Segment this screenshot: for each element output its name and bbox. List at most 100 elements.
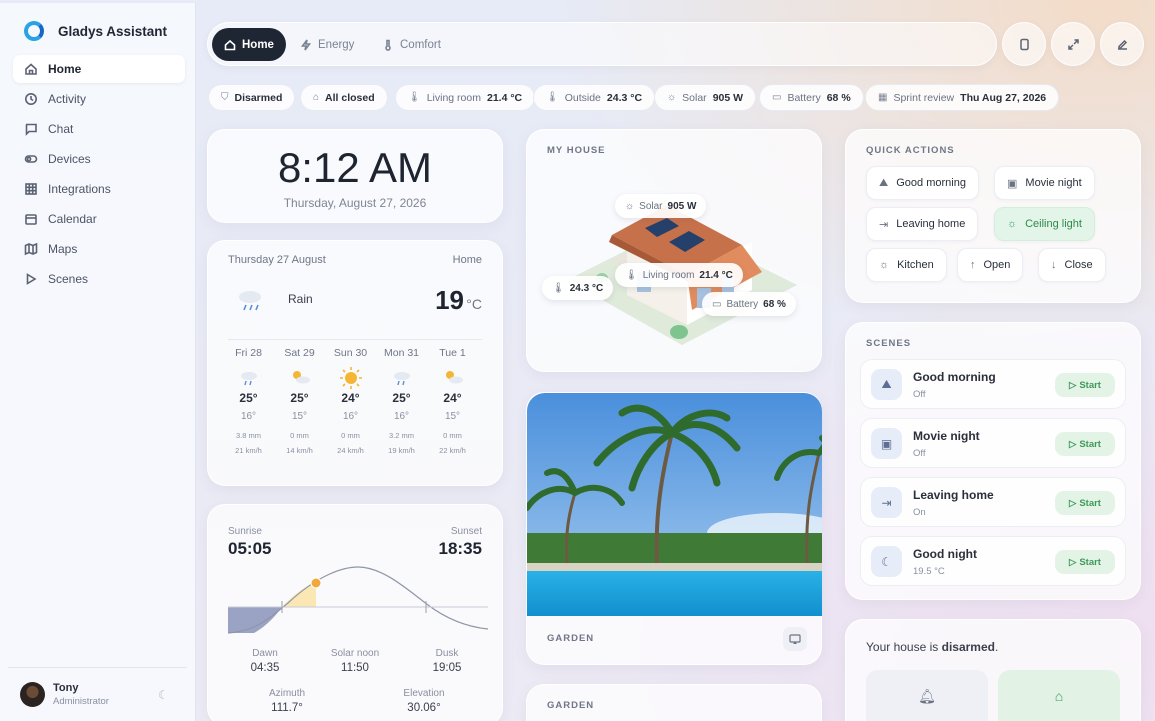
alarm-status: disarmed bbox=[941, 640, 995, 654]
chip-label: Battery bbox=[726, 298, 759, 310]
chip-calendar[interactable]: ▦ Sprint review Thu Aug 27, 2026 bbox=[865, 84, 1060, 111]
sun-icon: ☼ bbox=[667, 92, 677, 103]
brand[interactable]: Gladys Assistant bbox=[24, 21, 167, 41]
forecast-low: 15° bbox=[291, 411, 308, 422]
quick-actions-card: QUICK ACTIONS ⛰︎ Good morning ▣ Movie nigh… bbox=[845, 129, 1141, 303]
quick-action-movie-night[interactable]: ▣ Movie night bbox=[994, 166, 1095, 200]
quick-action-good-morning[interactable]: ⛰︎ Good morning bbox=[866, 166, 979, 200]
chip-living-room[interactable]: 🌡︎ Living room 21.4 °C bbox=[395, 84, 536, 111]
chip-label: Living room bbox=[642, 269, 695, 281]
chip-outside[interactable]: 🌡︎ Outside 24.3 °C bbox=[533, 84, 656, 111]
tab-label: Comfort bbox=[400, 38, 441, 51]
house-battery-chip[interactable]: ▭ Battery 68 % bbox=[702, 292, 796, 316]
home-icon: ⌂ bbox=[1054, 688, 1064, 704]
forecast-day-label: Mon 31 bbox=[383, 347, 420, 359]
chip-battery[interactable]: ▭ Battery 68 % bbox=[759, 84, 864, 111]
forecast-day: Fri 28 25° 16° 3.8 mm 21 km/h bbox=[223, 347, 274, 455]
chip-alarm[interactable]: ⛉ Disarmed bbox=[208, 84, 296, 111]
light-icon: ☼ bbox=[1007, 218, 1018, 230]
thermometer-icon: 🌡︎ bbox=[408, 92, 421, 103]
chip-value: 24.3 °C bbox=[569, 282, 604, 294]
house-living-room-chip[interactable]: 🌡︎ Living room 21.4 °C bbox=[615, 263, 743, 287]
sidebar-item-integrations[interactable]: Integrations bbox=[13, 175, 185, 203]
fullscreen-button[interactable] bbox=[1051, 22, 1095, 66]
partly-cloudy-icon bbox=[274, 365, 325, 391]
chip-value: 21.4 °C bbox=[486, 91, 523, 104]
quick-action-kitchen[interactable]: ☼ Kitchen bbox=[866, 248, 947, 282]
user-profile[interactable]: Tony Administrator ☾ bbox=[8, 667, 187, 717]
forecast-day: Sat 29 25° 15° 0 mm 14 km/h bbox=[274, 347, 325, 455]
battery-icon: ▭ bbox=[712, 298, 722, 310]
forecast-precip: 0 mm bbox=[443, 431, 462, 440]
moon-icon[interactable]: ☾ bbox=[158, 688, 169, 702]
quick-action-close[interactable]: ↓ Close bbox=[1038, 248, 1106, 282]
scene-start-button[interactable]: ▷ Start bbox=[1055, 491, 1115, 515]
weather-unit: °C bbox=[466, 296, 482, 312]
scene-start-button[interactable]: ▷ Start bbox=[1055, 432, 1115, 456]
arrow-down-icon: ↓ bbox=[1051, 259, 1057, 271]
sidebar-item-label: Integrations bbox=[48, 182, 111, 196]
alarm-arm-button[interactable]: 🔔︎ bbox=[866, 670, 988, 721]
chip-openings[interactable]: ⌂ All closed bbox=[300, 84, 388, 111]
play-icon: ▷ bbox=[1069, 497, 1077, 509]
arrow-up-icon: ↑ bbox=[970, 259, 976, 271]
grid-icon bbox=[24, 182, 38, 196]
card-title: MY HOUSE bbox=[547, 145, 606, 156]
sidebar-item-devices[interactable]: Devices bbox=[13, 145, 185, 173]
sidebar-item-chat[interactable]: Chat bbox=[13, 115, 185, 143]
play-icon: ▷ bbox=[1069, 379, 1077, 391]
gladys-logo-icon bbox=[24, 21, 44, 41]
sidebar: Gladys Assistant Home Activity Chat Devi… bbox=[0, 3, 196, 721]
scene-state: 19.5 °C bbox=[913, 566, 945, 577]
quick-action-ceiling-light[interactable]: ☼ Ceiling light bbox=[994, 207, 1095, 241]
sidebar-item-maps[interactable]: Maps bbox=[13, 235, 185, 263]
start-label: Start bbox=[1079, 438, 1101, 450]
tab-home[interactable]: Home bbox=[212, 28, 286, 61]
scene-start-button[interactable]: ▷ Start bbox=[1055, 550, 1115, 574]
bell-icon: 🔔︎ bbox=[918, 688, 936, 704]
azimuth-value: 111.7° bbox=[271, 702, 303, 714]
tab-label: Energy bbox=[318, 38, 355, 51]
dawn-time: 04:35 bbox=[250, 662, 280, 674]
shield-icon: ⛉ bbox=[221, 92, 229, 103]
forecast-wind: 14 km/h bbox=[286, 446, 313, 455]
weather-temperature: 19 bbox=[435, 285, 464, 315]
sun-position-marker bbox=[310, 577, 322, 589]
sidebar-item-scenes[interactable]: Scenes bbox=[13, 265, 185, 293]
light-icon: ☼ bbox=[879, 259, 890, 271]
elevation-label: Elevation bbox=[403, 688, 445, 699]
sidebar-item-label: Maps bbox=[48, 242, 78, 256]
clock-card: 8:12 AM Thursday, August 27, 2026 bbox=[207, 129, 503, 223]
chip-solar[interactable]: ☼ Solar 905 W bbox=[654, 84, 757, 111]
sun-path-chart bbox=[228, 566, 488, 634]
sidebar-item-activity[interactable]: Activity bbox=[13, 85, 185, 113]
home-icon: ⌂ bbox=[313, 92, 320, 103]
sun-card: Sunrise 05:05 Sunset 18:35 Dawn 04:35 So… bbox=[207, 504, 503, 721]
tab-comfort[interactable]: Comfort bbox=[370, 28, 453, 61]
home-icon bbox=[224, 39, 236, 50]
scene-start-button[interactable]: ▷ Start bbox=[1055, 373, 1115, 397]
edit-dashboard-button[interactable] bbox=[1100, 22, 1144, 66]
sunrise-label: Sunrise bbox=[228, 526, 262, 537]
cast-icon[interactable] bbox=[783, 627, 807, 651]
sidebar-item-label: Home bbox=[48, 62, 82, 76]
forecast-day: Sun 30 24° 16° 0 mm 24 km/h bbox=[325, 347, 376, 455]
forecast-high: 24° bbox=[341, 391, 360, 405]
calendar-icon bbox=[24, 212, 38, 226]
tab-energy[interactable]: Energy bbox=[288, 28, 366, 61]
quick-action-leaving-home[interactable]: ⇥ Leaving home bbox=[866, 207, 979, 241]
alarm-disarm-button[interactable]: ⌂ bbox=[998, 670, 1120, 721]
forecast-wind: 22 km/h bbox=[439, 446, 466, 455]
sidebar-item-home[interactable]: Home bbox=[13, 55, 185, 83]
house-outside-chip[interactable]: 🌡︎ 24.3 °C bbox=[542, 276, 614, 300]
tablet-mode-button[interactable] bbox=[1002, 22, 1046, 66]
quick-action-open[interactable]: ↑ Open bbox=[957, 248, 1024, 282]
house-illustration bbox=[567, 205, 797, 345]
sidebar-item-calendar[interactable]: Calendar bbox=[13, 205, 185, 233]
garden-camera-card[interactable]: GARDEN bbox=[526, 392, 822, 665]
toggle-icon bbox=[24, 152, 38, 166]
forecast-precip: 3.8 mm bbox=[235, 431, 261, 440]
house-solar-chip[interactable]: ☼ Solar 905 W bbox=[615, 194, 707, 218]
chip-label: Outside bbox=[564, 91, 601, 104]
sidebar-nav: Home Activity Chat Devices Integrations … bbox=[13, 55, 185, 295]
